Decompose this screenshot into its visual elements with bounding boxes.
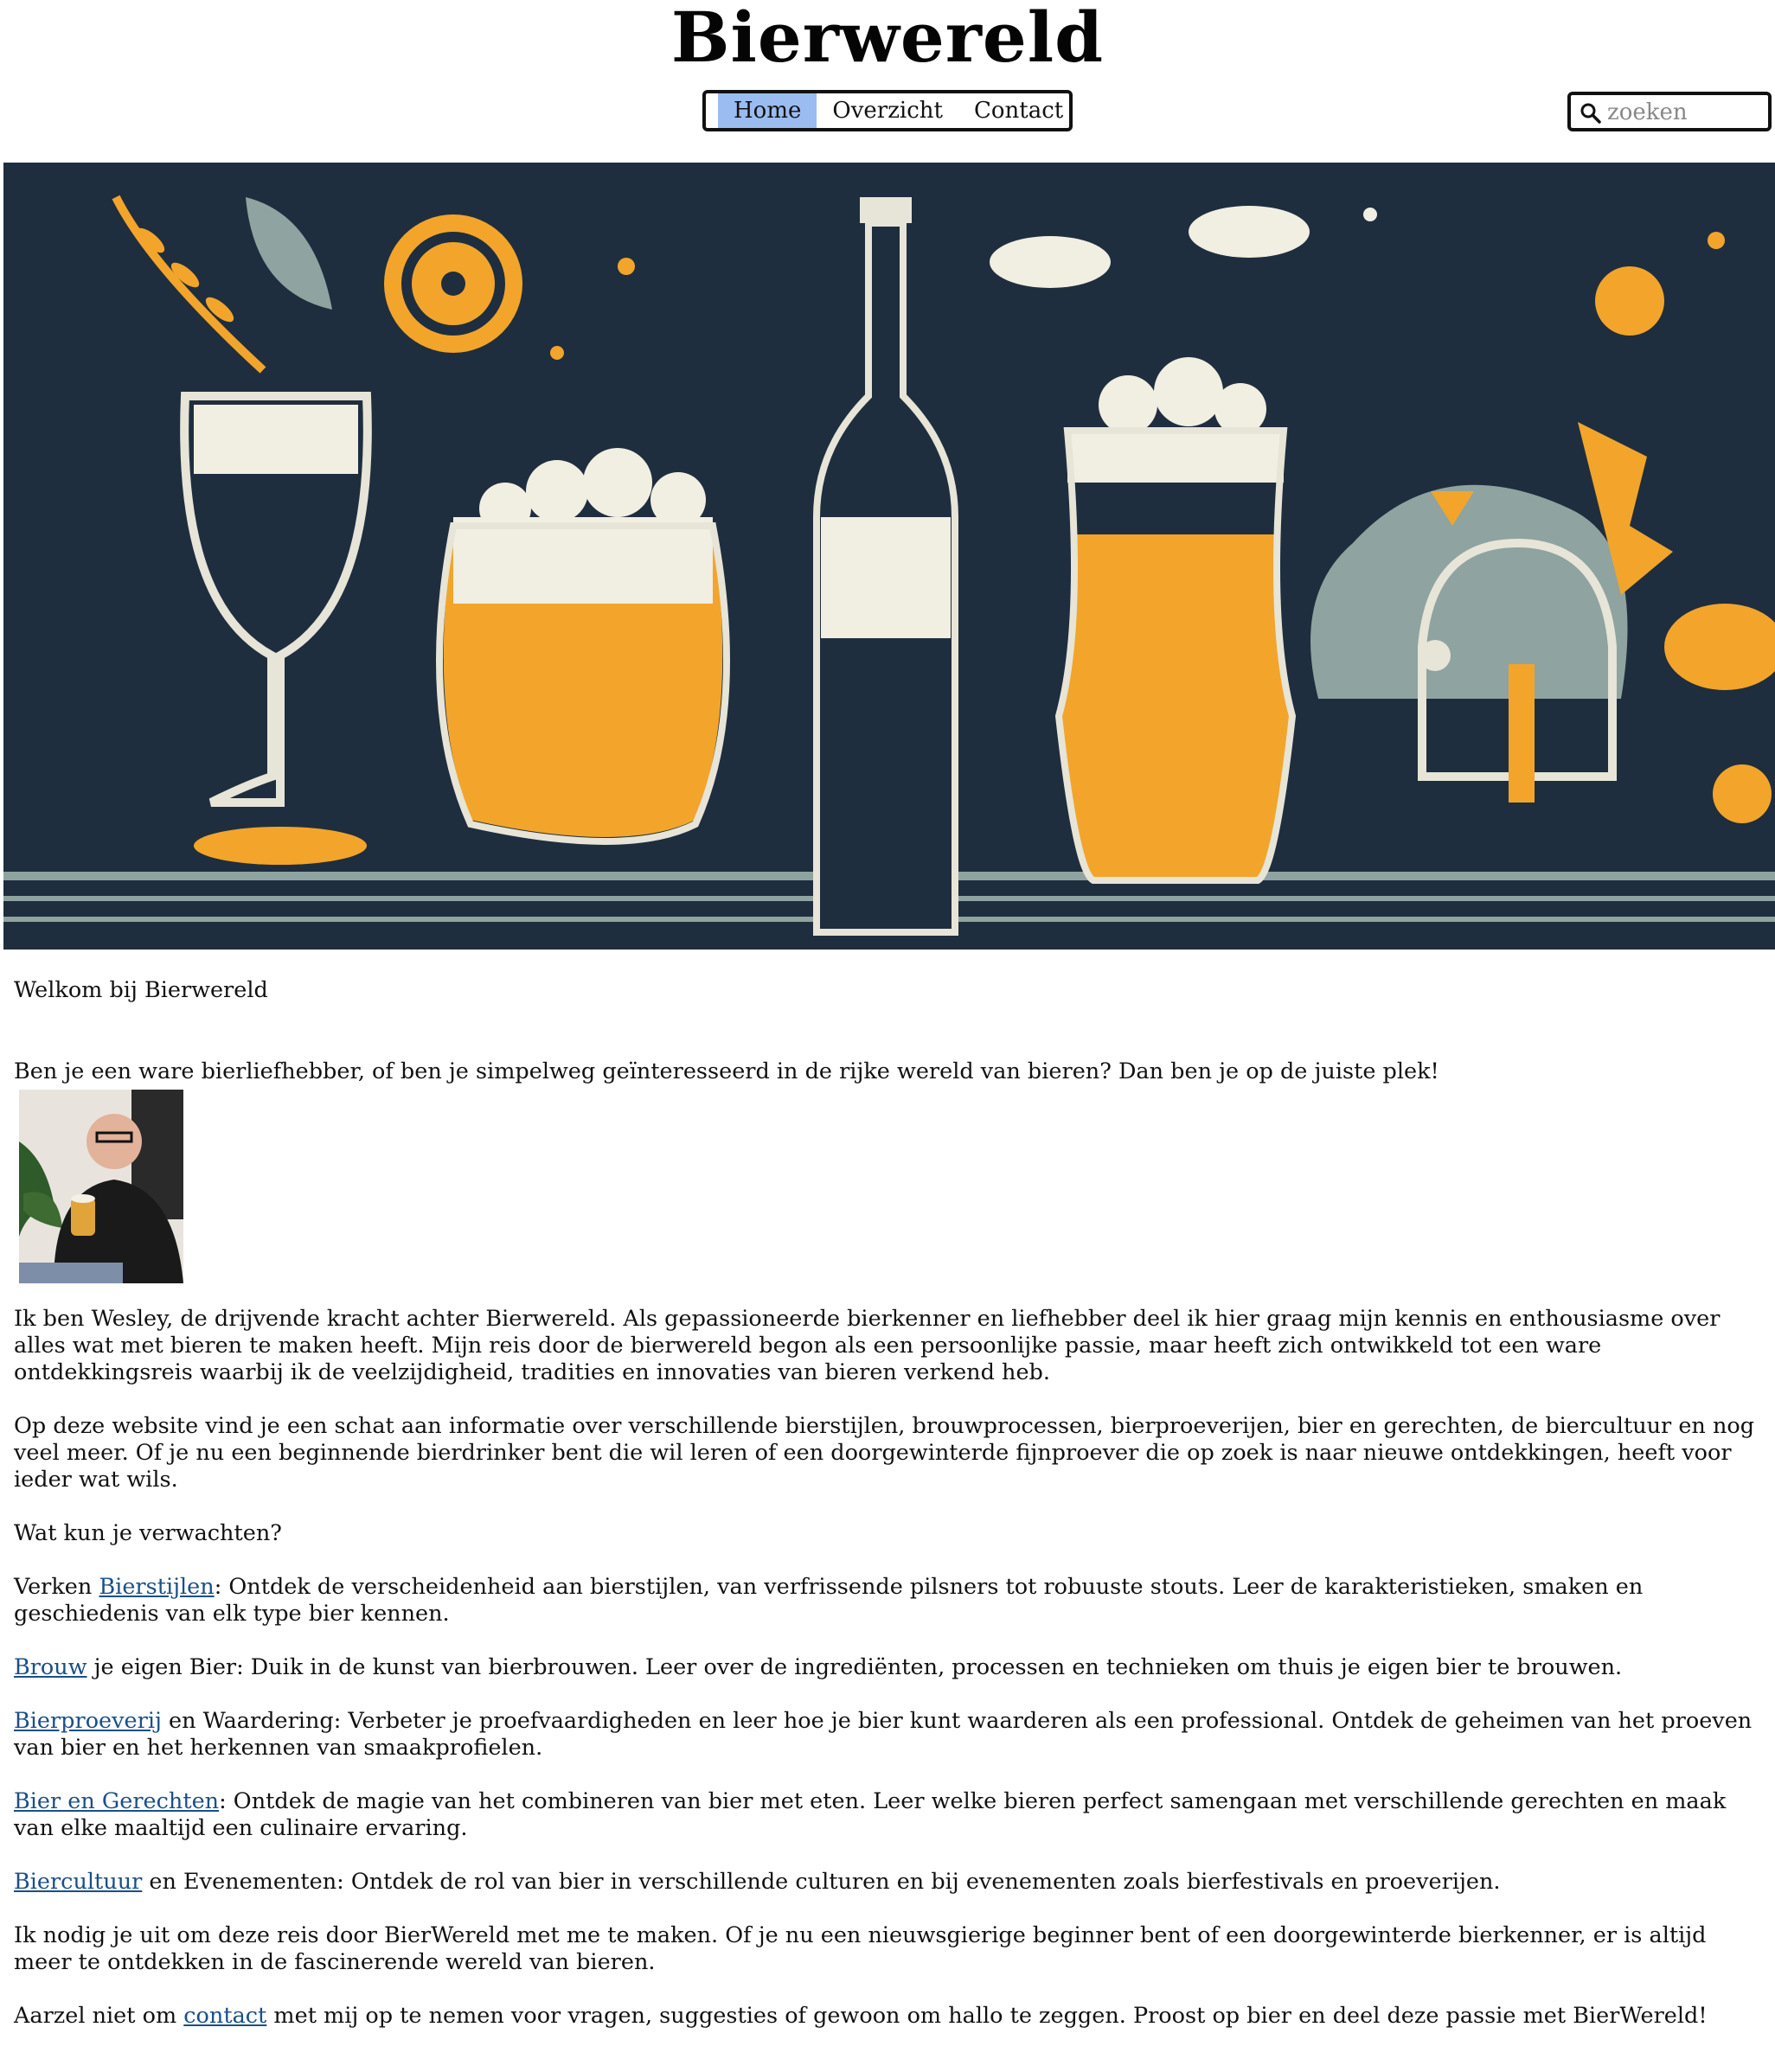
person-photo-icon — [19, 1090, 183, 1283]
intro-text: Ben je een ware bierliefhebber, of ben j… — [14, 1058, 1439, 1084]
hero-banner — [3, 163, 1775, 950]
author-photo — [19, 1090, 183, 1283]
search-input[interactable] — [1605, 97, 1765, 128]
link-brouw[interactable]: Brouw — [14, 1654, 87, 1680]
list-item: Verken Bierstijlen: Ontdek de verscheide… — [14, 1574, 1644, 1627]
list-item: Biercultuur en Evenementen: Ontdek de ro… — [14, 1869, 1501, 1895]
list-item: Bierproeverij en Waardering: Verbeter je… — [14, 1708, 1753, 1761]
search-box — [1567, 92, 1772, 131]
main-nav: Home Overzicht Contact — [702, 90, 1073, 131]
link-bier-en-gerechten[interactable]: Bier en Gerechten — [14, 1788, 219, 1814]
about-text: Ik ben Wesley, de drijvende kracht achte… — [14, 1306, 1721, 1385]
nav-contact[interactable]: Contact — [958, 93, 1079, 128]
main-content: Welkom bij Bierwereld Ben je een ware bi… — [14, 977, 1761, 2030]
invite-text: Ik nodig je uit om deze reis door BierWe… — [14, 1922, 1707, 1975]
list-item: Brouw je eigen Bier: Duik in de kunst va… — [14, 1654, 1623, 1680]
expect-heading: Wat kun je verwachten? — [14, 1520, 282, 1546]
nav-overzicht[interactable]: Overzicht — [817, 93, 958, 128]
website-text: Op deze website vind je een schat aan in… — [14, 1413, 1755, 1493]
link-biercultuur[interactable]: Biercultuur — [14, 1869, 142, 1895]
link-bierstijlen[interactable]: Bierstijlen — [99, 1574, 214, 1600]
beer-illustration-icon — [3, 163, 1775, 950]
closing-text: Aarzel niet om contact met mij op te nem… — [14, 2003, 1708, 2029]
search-icon — [1580, 103, 1601, 124]
nav-home[interactable]: Home — [718, 93, 817, 128]
welcome-text: Welkom bij Bierwereld — [14, 977, 268, 1003]
link-bierproeverij[interactable]: Bierproeverij — [14, 1708, 162, 1734]
link-contact[interactable]: contact — [183, 2003, 266, 2029]
list-item: Bier en Gerechten: Ontdek de magie van h… — [14, 1788, 1727, 1841]
site-title: Bierwereld — [670, 0, 1105, 78]
